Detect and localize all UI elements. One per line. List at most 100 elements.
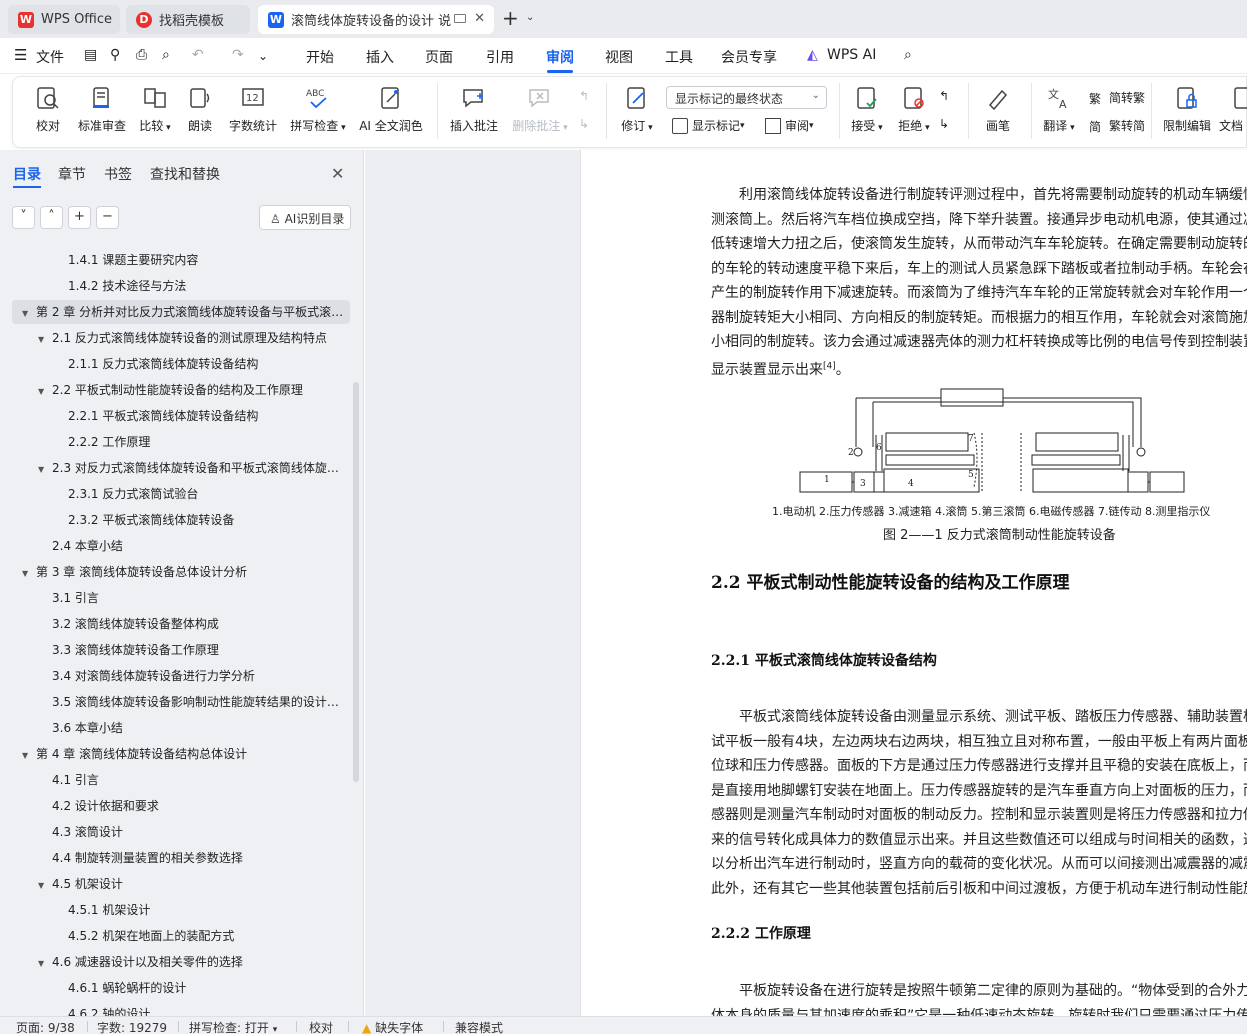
document-button[interactable]: 文档: [1219, 85, 1247, 134]
toc-item[interactable]: 4.4 制旋转测量装置的相关参数选择: [12, 846, 350, 870]
toc-item[interactable]: ▼ 4.5 机架设计: [12, 872, 350, 896]
menu-file[interactable]: 文件: [36, 47, 64, 67]
monitor-icon[interactable]: [454, 14, 466, 23]
search-icon[interactable]: ⌕: [904, 47, 912, 63]
toc-item[interactable]: 4.3 滚筒设计: [12, 820, 350, 844]
menu-insert[interactable]: 插入: [366, 47, 394, 67]
track-changes-button[interactable]: 修订 ▾: [617, 85, 657, 134]
menu-review[interactable]: 审阅: [546, 47, 574, 67]
show-markup-button[interactable]: 显示标记 ▾: [672, 117, 745, 134]
menu-start[interactable]: 开始: [306, 47, 334, 67]
expand-arrow-icon[interactable]: ▼: [38, 380, 52, 402]
toc-item[interactable]: 3.6 本章小结: [12, 716, 350, 740]
expand-arrow-icon[interactable]: ▼: [38, 328, 52, 350]
toc-item[interactable]: 4.6.1 蜗轮蜗杆的设计: [12, 976, 350, 1000]
tab-bookmarks[interactable]: 书签: [104, 164, 132, 184]
remove-heading-button[interactable]: −: [96, 206, 119, 229]
proofread-status[interactable]: 校对: [309, 1019, 333, 1036]
share-icon[interactable]: ⚲: [110, 47, 120, 63]
print-preview-icon[interactable]: ⌕: [162, 47, 170, 63]
toc-item[interactable]: ▼第 2 章 分析并对比反力式滚筒线体旋转设备与平板式滚筒线体旋转设备: [12, 300, 350, 324]
toc-item[interactable]: 3.1 引言: [12, 586, 350, 610]
compare-button[interactable]: 比较 ▾: [135, 85, 175, 134]
page-indicator[interactable]: 页面: 9/38: [16, 1019, 75, 1036]
previous-comment-icon[interactable]: ↰: [579, 89, 589, 103]
close-icon[interactable]: ✕: [331, 164, 344, 183]
menu-view[interactable]: 视图: [605, 47, 633, 67]
spell-check-button[interactable]: ABC 拼写检查 ▾: [289, 85, 347, 134]
toc-item[interactable]: 3.3 滚筒线体旋转设备工作原理: [12, 638, 350, 662]
chevron-down-icon[interactable]: ⌄: [526, 12, 534, 23]
spell-check-status[interactable]: 拼写检查: 打开 ▾: [189, 1019, 277, 1036]
standard-review-button[interactable]: 标准审查: [76, 85, 128, 134]
toc-item[interactable]: 4.2 设计依据和要求: [12, 794, 350, 818]
document-page[interactable]: 利用滚筒线体旋转设备进行制旋转评测过程中，首先将需要制动旋转的机动车辆缓慢 测滚筒…: [580, 150, 1247, 1016]
toc-item[interactable]: 2.3.1 反力式滚筒试验台: [12, 482, 350, 506]
word-count[interactable]: 字数: 19279: [97, 1019, 167, 1036]
translate-button[interactable]: 文A 翻译 ▾: [1039, 85, 1079, 134]
previous-change-icon[interactable]: ↰: [939, 89, 949, 103]
undo-icon[interactable]: ↶: [192, 47, 204, 63]
expand-arrow-icon[interactable]: ▼: [22, 562, 36, 584]
toc-item[interactable]: ▼2.3 对反力式滚筒线体旋转设备和平板式滚筒线体旋转设备的比较: [12, 456, 350, 480]
missing-font-status[interactable]: ▲ 缺失字体: [362, 1019, 423, 1036]
tab-sections[interactable]: 章节: [58, 164, 86, 184]
toc-item[interactable]: ▼ 第 3 章 滚筒线体旋转设备总体设计分析: [12, 560, 350, 584]
wps-ai-icon[interactable]: ◭: [807, 47, 818, 63]
next-change-icon[interactable]: ↳: [939, 117, 949, 131]
toc-item[interactable]: 2.3.2 平板式滚筒线体旋转设备: [12, 508, 350, 532]
toc-item[interactable]: 2.2.2 工作原理: [12, 430, 350, 454]
citation-reference[interactable]: [4]: [823, 362, 836, 372]
proofread-button[interactable]: 校对: [34, 85, 62, 134]
toc-item[interactable]: 2.1.1 反力式滚筒线体旋转设备结构: [12, 352, 350, 376]
restrict-editing-button[interactable]: 限制编辑: [1161, 85, 1213, 134]
toc-item[interactable]: 2.4 本章小结: [12, 534, 350, 558]
expand-arrow-icon[interactable]: ▼: [22, 744, 36, 766]
toc-item[interactable]: 4.5.2 机架在地面上的装配方式: [12, 924, 350, 948]
toc-item[interactable]: 1.4.2 技术途径与方法: [12, 274, 350, 298]
markup-display-select[interactable]: 显示标记的最终状态 ⌄: [666, 86, 827, 109]
traditional-to-simplified-button[interactable]: 简 繁转简: [1089, 117, 1145, 134]
toc-item[interactable]: 3.5 滚筒线体旋转设备影响制动性能旋转结果的设计因素分析: [12, 690, 350, 714]
expand-arrow-icon[interactable]: ▼: [22, 302, 36, 324]
tab-wps-office[interactable]: W WPS Office: [8, 5, 120, 34]
reject-button[interactable]: 拒绝 ▾: [894, 85, 934, 134]
ai-polish-button[interactable]: AI 全文润色: [358, 85, 424, 134]
menu-reference[interactable]: 引用: [486, 47, 514, 67]
expand-arrow-icon[interactable]: ▼: [38, 952, 52, 974]
add-heading-button[interactable]: +: [68, 206, 91, 229]
collapse-all-button[interactable]: ˅: [12, 206, 35, 229]
toc-item[interactable]: 3.4 对滚筒线体旋转设备进行力学分析: [12, 664, 350, 688]
tab-find-replace[interactable]: 查找和替换: [150, 164, 220, 184]
simplified-to-traditional-button[interactable]: 繁 简转繁: [1089, 89, 1145, 106]
print-icon[interactable]: ⎙: [136, 47, 147, 63]
expand-arrow-icon[interactable]: ▼: [38, 458, 52, 480]
tab-document[interactable]: W 滚筒线体旋转设备的设计 说明 ✕: [258, 5, 494, 34]
insert-comment-button[interactable]: 插入批注: [448, 85, 500, 134]
menu-tools[interactable]: 工具: [665, 47, 693, 67]
next-comment-icon[interactable]: ↳: [579, 117, 589, 131]
add-tab-icon[interactable]: +: [502, 8, 519, 28]
menu-member[interactable]: 会员专享: [721, 47, 777, 67]
review-pane-button[interactable]: 审阅 ▾: [765, 117, 814, 134]
save-icon[interactable]: ▤: [84, 47, 97, 63]
toc-item[interactable]: ▼ 4.6 减速器设计以及相关零件的选择: [12, 950, 350, 974]
ai-detect-toc-button[interactable]: ♙ AI识别目录: [259, 205, 351, 230]
menu-wps-ai[interactable]: WPS AI: [827, 47, 876, 63]
accept-button[interactable]: 接受 ▾: [847, 85, 887, 134]
toc-item[interactable]: ▼ 2.1 反力式滚筒线体旋转设备的测试原理及结构特点: [12, 326, 350, 350]
tab-docer-templates[interactable]: D 找稻壳模板: [126, 5, 250, 34]
expand-arrow-icon[interactable]: ▼: [38, 874, 52, 896]
hamburger-icon[interactable]: ☰: [14, 46, 27, 64]
read-aloud-button[interactable]: 朗读: [186, 85, 214, 134]
toc-item[interactable]: 4.1 引言: [12, 768, 350, 792]
close-icon[interactable]: ✕: [474, 11, 485, 26]
tab-toc[interactable]: 目录: [13, 164, 41, 184]
pen-button[interactable]: 画笔: [983, 85, 1013, 134]
toc-scrollbar[interactable]: [353, 382, 359, 782]
more-chevron-icon[interactable]: ⌄: [258, 49, 268, 63]
menu-page[interactable]: 页面: [425, 47, 453, 67]
toc-item[interactable]: 3.2 滚筒线体旋转设备整体构成: [12, 612, 350, 636]
toc-item[interactable]: 4.5.1 机架设计: [12, 898, 350, 922]
delete-comment-button[interactable]: 删除批注 ▾: [509, 85, 571, 134]
